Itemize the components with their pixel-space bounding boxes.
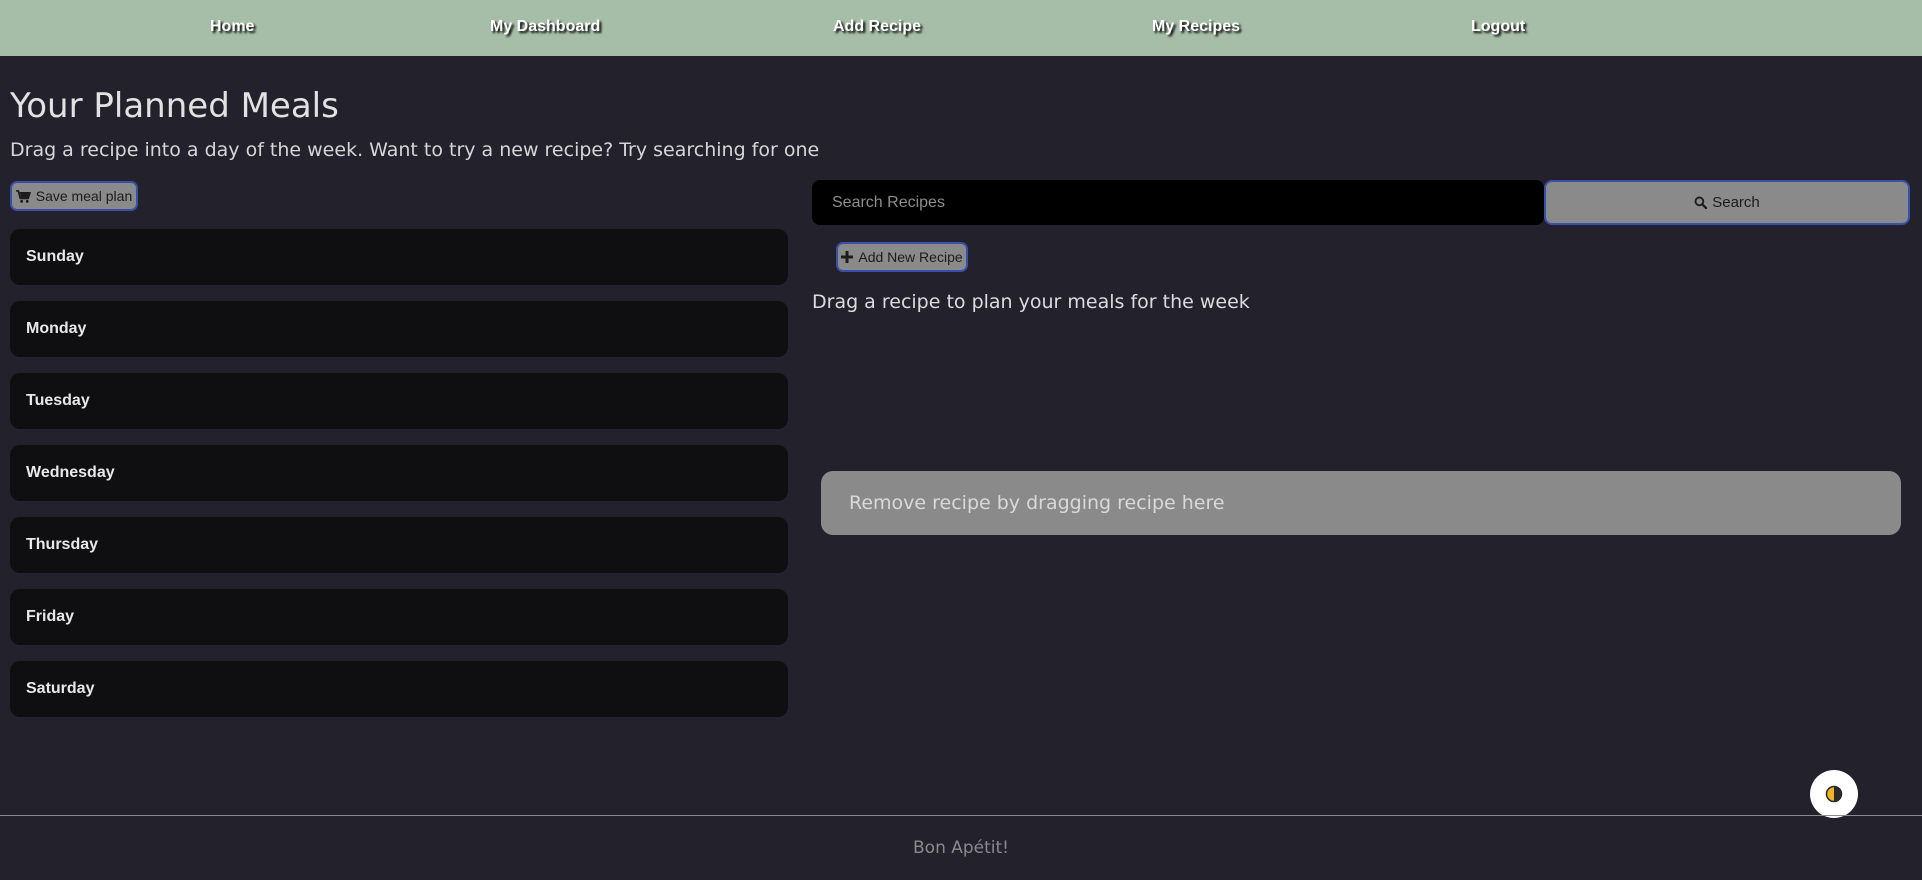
day-slot-monday[interactable]: Monday bbox=[10, 301, 788, 357]
day-slot-tuesday[interactable]: Tuesday bbox=[10, 373, 788, 429]
nav-my-recipes-link[interactable]: My Recipes bbox=[1152, 18, 1240, 36]
page-title: Your Planned Meals bbox=[10, 86, 339, 126]
plus-icon bbox=[841, 251, 854, 263]
contrast-icon bbox=[1825, 785, 1843, 803]
save-meal-plan-button[interactable]: Save meal plan bbox=[10, 181, 138, 211]
search-recipes-input[interactable] bbox=[812, 180, 1544, 225]
remove-recipe-dropzone[interactable]: Remove recipe by dragging recipe here bbox=[821, 471, 1901, 535]
search-icon bbox=[1694, 196, 1708, 209]
day-label: Wednesday bbox=[26, 464, 115, 481]
day-slot-friday[interactable]: Friday bbox=[10, 589, 788, 645]
add-new-recipe-button[interactable]: Add New Recipe bbox=[836, 242, 968, 272]
day-label: Thursday bbox=[26, 536, 99, 553]
nav-home-link[interactable]: Home bbox=[210, 18, 254, 36]
day-label: Monday bbox=[26, 320, 87, 337]
day-slot-thursday[interactable]: Thursday bbox=[10, 517, 788, 573]
day-slot-saturday[interactable]: Saturday bbox=[10, 661, 788, 717]
save-meal-plan-label: Save meal plan bbox=[35, 188, 133, 204]
add-new-recipe-label: Add New Recipe bbox=[858, 249, 963, 265]
search-button[interactable]: Search bbox=[1544, 180, 1910, 225]
nav-dashboard-link[interactable]: My Dashboard bbox=[490, 18, 600, 36]
shopping-cart-icon bbox=[15, 189, 31, 203]
day-label: Friday bbox=[26, 608, 75, 625]
nav-logout-link[interactable]: Logout bbox=[1471, 18, 1525, 36]
week-day-list: Sunday Monday Tuesday Wednesday Thursday… bbox=[10, 229, 788, 733]
day-slot-sunday[interactable]: Sunday bbox=[10, 229, 788, 285]
remove-recipe-label: Remove recipe by dragging recipe here bbox=[849, 492, 1225, 514]
footer: Bon Apétit! bbox=[0, 815, 1922, 880]
search-button-label: Search bbox=[1712, 194, 1760, 211]
day-label: Saturday bbox=[26, 680, 95, 697]
page-subtitle: Drag a recipe into a day of the week. Wa… bbox=[10, 139, 820, 161]
day-label: Sunday bbox=[26, 248, 84, 265]
top-nav: Home My Dashboard Add Recipe My Recipes … bbox=[0, 0, 1922, 56]
day-label: Tuesday bbox=[26, 392, 90, 409]
nav-add-recipe-link[interactable]: Add Recipe bbox=[833, 18, 921, 36]
drag-recipe-hint: Drag a recipe to plan your meals for the… bbox=[812, 291, 1250, 313]
footer-text: Bon Apétit! bbox=[913, 838, 1009, 858]
theme-toggle-button[interactable] bbox=[1810, 770, 1858, 818]
day-slot-wednesday[interactable]: Wednesday bbox=[10, 445, 788, 501]
